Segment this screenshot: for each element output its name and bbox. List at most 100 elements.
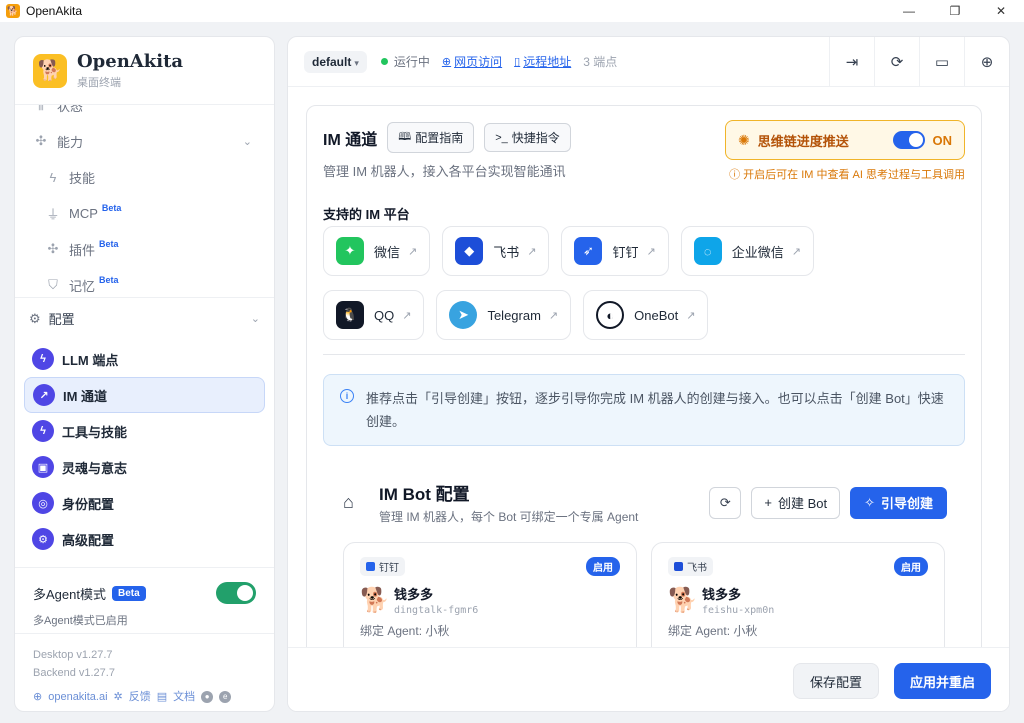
- terminal-icon: >_: [495, 131, 508, 144]
- phone-icon: ▯: [514, 56, 521, 68]
- brand-name: OpenAkita: [77, 51, 184, 72]
- nav-label: LLM 端点: [62, 352, 119, 368]
- sidebar-item-label: 记忆: [69, 278, 96, 294]
- sidebar-item-label: 技能: [69, 170, 96, 186]
- close-button[interactable]: ✕: [978, 0, 1024, 22]
- cot-toggle[interactable]: [892, 131, 925, 149]
- fingerprint-icon: ◎: [32, 492, 54, 514]
- multi-agent-section: 多Agent模式 Beta 多Agent模式已启用: [15, 567, 274, 628]
- guided-create-button[interactable]: ✧ 引导创建: [850, 486, 947, 519]
- sparkle-icon: ✧: [864, 494, 875, 510]
- create-bot-label: 创建 Bot: [777, 496, 828, 511]
- window-titlebar: 🐕 OpenAkita — ❐ ✕: [0, 0, 1024, 22]
- sidebar-item-capability[interactable]: ✣ 能力 ⌄: [15, 123, 274, 159]
- status-badge: 启用: [894, 557, 928, 576]
- platform-qq[interactable]: 🐧 QQ ↗: [323, 290, 425, 340]
- sidebar-item-memory[interactable]: ⛉ 记忆 Beta: [15, 267, 274, 297]
- sidebar-item-label: 状态: [57, 105, 84, 114]
- platform-wecom[interactable]: ◌ 企业微信 ↗: [680, 226, 814, 276]
- sidebar: 🐕 OpenAkita 桌面终端 ⫼ 状态 ✣ 能力 ⌄ ϟ 技能 ⏚ MCP: [14, 36, 275, 712]
- config-nav: ϟ LLM 端点 ↗ IM 通道 ϟ 工具与技能 ▣ 灵魂与意志 ◎ 身份配置 …: [15, 339, 274, 559]
- sidebar-item-mcp[interactable]: ⏚ MCP Beta: [15, 195, 274, 231]
- plus-icon: +: [764, 495, 772, 510]
- top-bar: default ▾ 运行中 ⊕ 网页访问 ▯ 远程地址 3 端点 ⇥ ⟳ ▭ ⊕: [288, 37, 1009, 87]
- doc-icon: ▤: [156, 691, 168, 703]
- platform-label: Telegram: [487, 307, 541, 323]
- apply-restart-button[interactable]: 应用并重启: [893, 663, 991, 699]
- globe-icon: ⊕: [441, 56, 452, 68]
- multi-agent-status: 多Agent模式已启用: [33, 615, 128, 627]
- platform-feishu[interactable]: ◆ 飞书 ↗: [442, 226, 550, 276]
- environment-selector[interactable]: default ▾: [304, 50, 367, 73]
- sidebar-item-im-channel[interactable]: ↗ IM 通道: [24, 377, 265, 413]
- remote-address-link[interactable]: ▯ 远程地址: [514, 53, 571, 70]
- platform-label: 钉钉: [612, 244, 639, 260]
- robot-icon: ⌂: [343, 492, 354, 512]
- feedback-link[interactable]: 反馈: [129, 688, 151, 706]
- sidebar-item-soul-will[interactable]: ▣ 灵魂与意志: [24, 449, 265, 485]
- github-icon[interactable]: ●: [201, 691, 214, 703]
- refresh-bots-button[interactable]: ⟳: [709, 486, 742, 519]
- platform-telegram[interactable]: ➤ Telegram ↗: [436, 290, 572, 340]
- cot-hint: ⓘ 开启后可在 IM 中查看 AI 思考过程与工具调用: [729, 169, 965, 181]
- sidebar-item-llm-endpoints[interactable]: ϟ LLM 端点: [24, 341, 265, 377]
- sidebar-item-identity[interactable]: ◎ 身份配置: [24, 485, 265, 521]
- maximize-button[interactable]: ❐: [932, 0, 978, 22]
- page-description: 管理 IM 机器人，接入各平台实现智能通讯: [323, 164, 566, 179]
- cot-state: ON: [932, 132, 953, 148]
- config-guide-button[interactable]: 🕮 配置指南: [387, 122, 475, 153]
- multi-agent-toggle[interactable]: [216, 582, 256, 604]
- main-panel: default ▾ 运行中 ⊕ 网页访问 ▯ 远程地址 3 端点 ⇥ ⟳ ▭ ⊕ IM…: [287, 36, 1010, 712]
- robot-icon: ▣: [32, 456, 54, 478]
- website-link[interactable]: openakita.ai: [48, 688, 107, 706]
- bot-name: 钱多多: [394, 587, 434, 602]
- sidebar-item-status[interactable]: ⫼ 状态: [15, 105, 274, 123]
- external-link-icon: ↗: [527, 245, 537, 258]
- create-bot-button[interactable]: + 创建 Bot: [751, 486, 841, 519]
- logout-icon[interactable]: ⇥: [829, 37, 874, 87]
- telegram-icon: ➤: [449, 301, 478, 329]
- environment-label: default: [312, 54, 352, 69]
- platform-dingtalk[interactable]: ➶ 钉钉 ↗: [561, 226, 669, 276]
- sidebar-item-skills[interactable]: ϟ 技能: [15, 159, 274, 195]
- minimize-button[interactable]: —: [886, 0, 932, 22]
- refresh-icon[interactable]: ⟳: [874, 37, 919, 87]
- status-badge: 启用: [586, 557, 620, 576]
- sidebar-item-tools-skills[interactable]: ϟ 工具与技能: [24, 413, 265, 449]
- version-info: Desktop v1.27.7 Backend v1.27.7 ⊕ openak…: [15, 633, 274, 711]
- bot-id: feishu-xpm0n: [702, 605, 775, 616]
- bot-section-header: ⌂ IM Bot 配置 管理 IM 机器人，每个 Bot 可绑定一个专属 Age…: [343, 480, 947, 525]
- sidebar-item-label: 插件: [69, 242, 96, 258]
- action-footer: 保存配置 应用并重启: [288, 647, 1009, 711]
- bot-actions: ⟳ + 创建 Bot ✧ 引导创建: [709, 486, 947, 519]
- platform-label: OneBot: [634, 307, 679, 323]
- sidebar-section-config[interactable]: ⚙ 配置 ⌄: [15, 297, 274, 339]
- dingtalk-icon: [366, 562, 375, 571]
- external-link-icon: ↗: [408, 245, 418, 258]
- bot-section-title: IM Bot 配置: [379, 485, 470, 504]
- community-icon[interactable]: e: [219, 691, 232, 703]
- endpoint-count: 3 端点: [583, 55, 618, 69]
- platform-wechat[interactable]: ✦ 微信 ↗: [323, 226, 431, 276]
- qq-penguin-icon: 🐧: [336, 301, 364, 329]
- web-access-link[interactable]: ⊕ 网页访问: [442, 53, 502, 70]
- puzzle-icon: ✣: [35, 133, 47, 148]
- platform-onebot[interactable]: ◐ OneBot ↗: [583, 290, 709, 340]
- sidebar-item-advanced[interactable]: ⚙ 高级配置: [24, 521, 265, 557]
- book-icon: 🕮: [398, 131, 412, 143]
- monitor-icon[interactable]: ▭: [919, 37, 964, 87]
- docs-link[interactable]: 文档: [173, 688, 195, 706]
- nav-label: 工具与技能: [62, 424, 128, 440]
- save-config-button[interactable]: 保存配置: [792, 663, 879, 699]
- wecom-icon: ◌: [693, 237, 722, 265]
- status-dot: [380, 58, 388, 65]
- sidebar-scroll-area[interactable]: ⫼ 状态 ✣ 能力 ⌄ ϟ 技能 ⏚ MCP Beta ✣ 插件 Beta: [15, 105, 274, 297]
- quick-commands-button[interactable]: >_ 快捷指令: [484, 123, 571, 152]
- web-access-label: 网页访问: [454, 55, 503, 69]
- gear-icon: ⚙: [29, 310, 41, 326]
- puzzle-icon: ✣: [47, 241, 59, 256]
- language-globe-icon[interactable]: ⊕: [964, 37, 1009, 87]
- shield-icon: ⛉: [48, 277, 58, 292]
- chain-of-thought-toggle-box: ✺ 思维链进度推送 ON: [725, 120, 965, 160]
- sidebar-item-plugins[interactable]: ✣ 插件 Beta: [15, 231, 274, 267]
